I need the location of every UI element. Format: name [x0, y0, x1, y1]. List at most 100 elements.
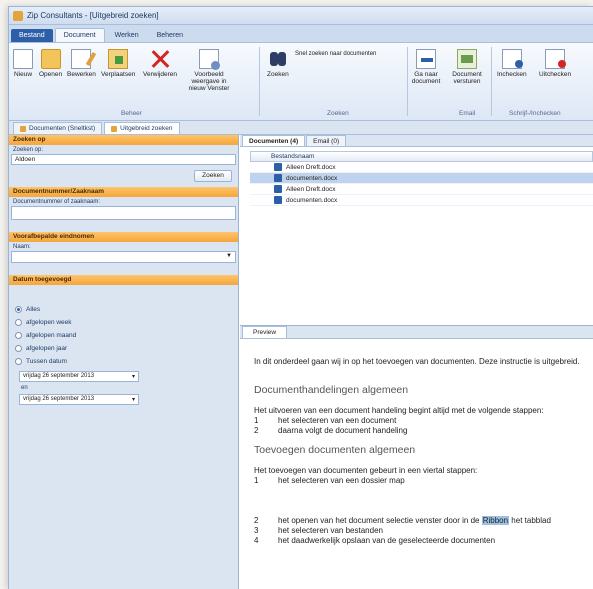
date-from-picker[interactable]: vrijdag 26 september 2013 ▾ [19, 371, 139, 382]
step-item: 2 het openen van het document selectie ve… [254, 516, 551, 525]
send-document-button[interactable]: Document versturen [449, 49, 485, 85]
word-document-icon [274, 196, 282, 204]
delete-x-icon [150, 49, 170, 69]
table-row[interactable]: Alleen Dreft.docx [250, 162, 593, 173]
title-bar: Zip Consultants - [Uitgebreid zoeken] [9, 7, 593, 25]
edit-button[interactable]: Bewerken [67, 49, 96, 78]
date-en-label: en [21, 385, 28, 391]
tab-email-results[interactable]: Email (0) [306, 135, 347, 146]
table-row[interactable]: documenten.docx [250, 173, 593, 184]
preview-heading-1: Documenthandelingen algemeen [254, 384, 409, 396]
app-icon [13, 10, 23, 21]
binoculars-icon [268, 49, 288, 69]
goto-document-button[interactable]: Ga naar document [412, 49, 440, 85]
group-separator [259, 47, 260, 116]
preview-window-button[interactable]: Voorbeeld weergave in nieuw Venster [185, 49, 233, 92]
step-item: 3 het selecteren van bestanden [254, 526, 383, 535]
group-separator [491, 47, 492, 116]
name-label: Naam: [13, 244, 31, 250]
tab-document[interactable]: Document [54, 28, 105, 42]
tab-icon [20, 125, 26, 132]
search-label: Zoeken op: [13, 147, 44, 153]
open-button[interactable]: Openen [39, 49, 62, 78]
highlighted-word: Ribbon [481, 516, 510, 525]
radio-button[interactable] [15, 306, 22, 313]
radio-alles[interactable]: Alles [9, 303, 238, 316]
date-to-picker[interactable]: vrijdag 26 september 2013 ▾ [19, 394, 139, 405]
file-menu-button[interactable]: Bestand [11, 29, 53, 42]
table-row[interactable]: documenten.docx [250, 195, 593, 206]
results-panel: Documenten (4) Email (0) Bestandsnaam Al… [240, 135, 593, 589]
group-label-checkin: Schrijf-/Inchecken [509, 110, 561, 117]
delete-button[interactable]: Verwijderen [143, 49, 177, 78]
step-item: 4 het daadwerkelijk opslaan van de gesele… [254, 536, 496, 545]
document-tab-strip: Documenten (Sneltkst) Uitgebreid zoeken [9, 121, 593, 135]
tab-beheren[interactable]: Beheren [149, 29, 191, 42]
radio-maand[interactable]: afgelopen maand [9, 329, 238, 342]
preview-heading-2: Toevoegen documenten algemeen [254, 444, 416, 456]
radio-week[interactable]: afgelopen week [9, 316, 238, 329]
radio-button[interactable] [15, 332, 22, 339]
folder-icon [40, 49, 61, 69]
preview-pane: Preview In dit onderdeel gaan wij in op … [240, 325, 593, 589]
quick-search-hint: Snel zoeken naar documenten [295, 51, 377, 57]
ribbon: Nieuw Openen Bewerken Verplaatsen Verwij… [9, 43, 593, 121]
radio-button[interactable] [15, 358, 22, 365]
group-label-zoeken: Zoeken [327, 110, 349, 117]
section-documentnummer: Documentnummer/Zaaknaam [9, 187, 238, 197]
tab-preview[interactable]: Preview [242, 326, 288, 338]
app-window: Zip Consultants - [Uitgebreid zoeken] Be… [8, 6, 593, 589]
checkout-button[interactable]: Uitchecken [539, 49, 571, 78]
date-from-row: vrijdag 26 september 2013 ▾ [19, 371, 228, 382]
tab-icon [111, 125, 118, 132]
column-header-bestandsnaam[interactable]: Bestandsnaam [250, 151, 593, 162]
preview-tab-strip: Preview [240, 326, 593, 339]
radio-button[interactable] [15, 345, 22, 352]
new-button[interactable]: Nieuw [13, 49, 33, 78]
search-button-row: Zoeken [9, 165, 238, 187]
move-button[interactable]: Verplaatsen [101, 49, 135, 78]
calendar-dropdown-icon[interactable]: ▾ [132, 396, 135, 403]
goto-arrow-icon [416, 49, 436, 69]
radio-jaar[interactable]: afgelopen jaar [9, 342, 238, 355]
radio-tussen-datum[interactable]: Tussen datum [9, 355, 238, 368]
preview-intro: In dit onderdeel gaan wij in op het toev… [254, 357, 580, 366]
step-item: 1 het selecteren van een document [254, 416, 397, 425]
tab-documenten-results[interactable]: Documenten (4) [242, 135, 306, 146]
tab-werken[interactable]: Werken [107, 29, 147, 42]
section-eindnomen: Voorafbepalde eindnomen [9, 232, 238, 242]
step-item: 1 het selecteren van een dossier map [254, 476, 405, 485]
preview-paragraph-1: Het uitvoeren van een document handeling… [254, 406, 544, 415]
zoeken-button[interactable]: Zoeken [194, 170, 232, 182]
checkin-button[interactable]: Inchecken [497, 49, 527, 78]
name-select[interactable]: ▼ [11, 251, 236, 263]
word-document-icon [274, 174, 282, 182]
preview-paragraph-2: Het toevoegen van documenten gebeurt in … [254, 466, 478, 475]
group-separator [407, 47, 408, 116]
section-zoeken-op: Zoeken op [9, 135, 238, 145]
tab-uitgebreid-zoeken[interactable]: Uitgebreid zoeken [104, 122, 180, 134]
word-document-icon [274, 185, 282, 193]
word-document-icon [274, 163, 282, 171]
preview-icon [199, 49, 220, 70]
pencil-icon [71, 49, 92, 69]
mail-icon [457, 49, 477, 69]
window-title: Zip Consultants - [Uitgebreid zoeken] [27, 11, 159, 20]
docnum-label: Documentnummer of zaaknaam: [13, 199, 101, 205]
radio-button[interactable] [15, 319, 22, 326]
preview-content: In dit onderdeel gaan wij in op het toev… [240, 339, 593, 546]
results-tab-strip: Documenten (4) Email (0) [240, 135, 593, 147]
table-row[interactable]: Alleen Dreft.docx [250, 184, 593, 195]
search-button[interactable]: Zoeken [267, 49, 289, 78]
checkin-icon [501, 49, 523, 69]
search-input[interactable]: Aldoen [11, 154, 236, 165]
calendar-dropdown-icon[interactable]: ▾ [132, 373, 135, 380]
tab-documenten[interactable]: Documenten (Sneltkst) [13, 122, 103, 134]
step-item: 2 daarna volgt de document handeling [254, 426, 408, 435]
date-to-row: vrijdag 26 september 2013 ▾ [19, 394, 228, 405]
docnum-input[interactable] [11, 206, 236, 220]
